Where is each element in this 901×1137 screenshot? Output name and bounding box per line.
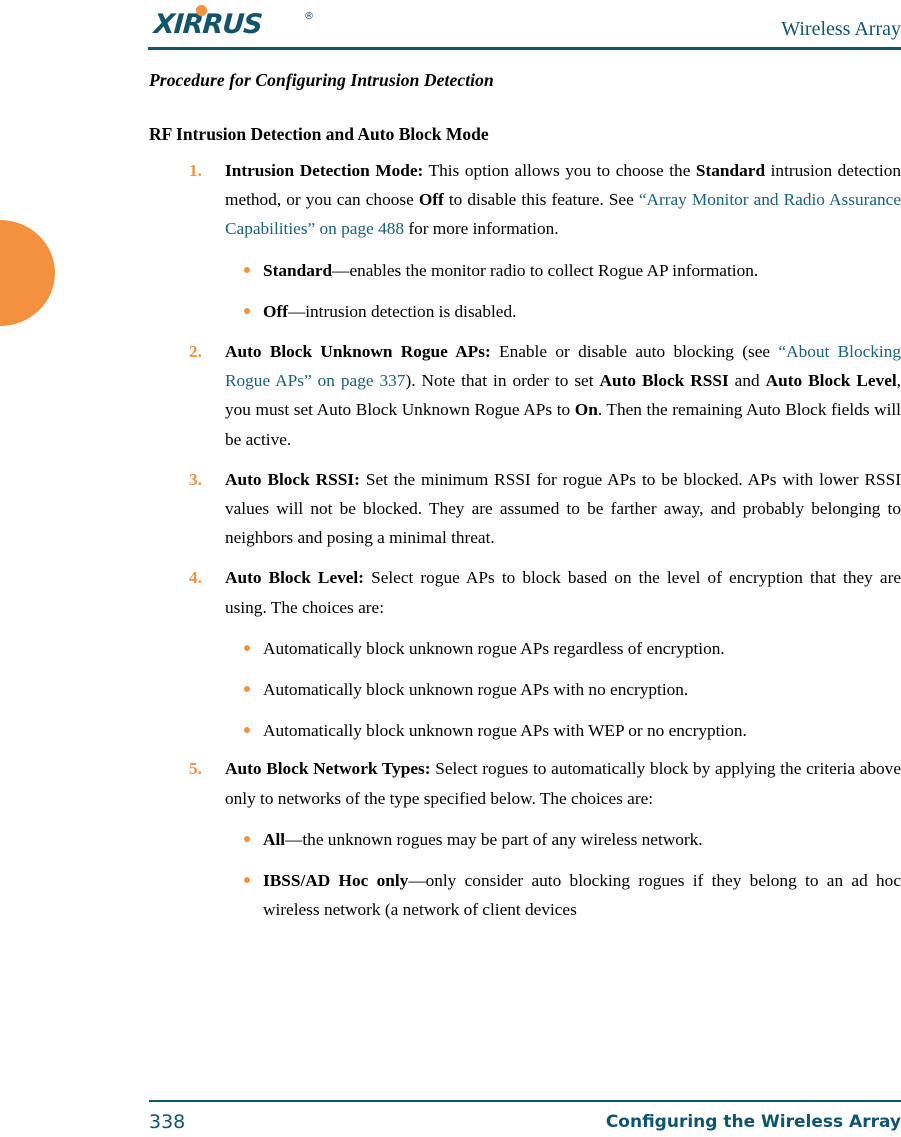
- bullet-text: —intrusion detection is disabled.: [287, 301, 517, 321]
- item-text: to disable this feature. See: [443, 190, 639, 210]
- item-term: Auto Block Unknown Rogue APs:: [225, 342, 491, 362]
- footer-divider: [149, 1100, 901, 1102]
- list-item: Automatically block unknown rogue APs wi…: [149, 675, 901, 704]
- item-text: This option allows you to choose the: [423, 161, 696, 180]
- list-marker: 1.: [189, 161, 202, 180]
- xirrus-logo: XIRRUS ®: [152, 5, 334, 40]
- list-marker: 2.: [189, 342, 202, 362]
- list-item: Off—intrusion detection is disabled.: [149, 297, 901, 326]
- page-header: XIRRUS ® Wireless Array: [148, 0, 901, 52]
- item-text: and: [728, 371, 766, 391]
- bullet-dot-icon: [244, 727, 250, 734]
- item-emphasis: Standard: [695, 161, 766, 180]
- bullet-text: Automatically block unknown rogue APs re…: [263, 638, 725, 658]
- chapter-edge-tab: [0, 220, 55, 326]
- item-emphasis: Off: [418, 190, 444, 210]
- list-item: All—the unknown rogues may be part of an…: [149, 825, 901, 854]
- item-term: Auto Block RSSI:: [225, 469, 360, 489]
- bullet-term: All: [263, 829, 286, 849]
- bullet-text: Automatically block unknown rogue APs wi…: [263, 721, 747, 741]
- logo-dot-icon: [196, 5, 207, 16]
- document-page: XIRRUS ® Wireless Array Procedure for Co…: [0, 0, 901, 1137]
- page-number: 338: [149, 1111, 186, 1133]
- bullet-list-intrusion-mode: Standard—enables the monitor radio to co…: [149, 256, 901, 326]
- item-text: for more information.: [404, 219, 559, 239]
- list-item-3: 3. Auto Block RSSI: Set the minimum RSSI…: [149, 465, 901, 553]
- list-item: Standard—enables the monitor radio to co…: [149, 256, 901, 285]
- list-item-2: 2. Auto Block Unknown Rogue APs: Enable …: [149, 337, 901, 454]
- item-text: Enable or disable auto blocking (see: [490, 342, 779, 362]
- list-item-5: 5. Auto Block Network Types: Select rogu…: [149, 754, 901, 812]
- bullet-list-auto-block-level: Automatically block unknown rogue APs re…: [149, 634, 901, 746]
- list-marker: 3.: [189, 469, 202, 489]
- list-item-1: 1. Intrusion Detection Mode: This option…: [149, 156, 901, 244]
- bullet-dot-icon: [244, 877, 250, 884]
- item-term: Auto Block Level:: [225, 568, 364, 588]
- bullet-text: —the unknown rogues may be part of any w…: [285, 829, 703, 849]
- bullet-term: Off: [263, 301, 288, 321]
- bullet-dot-icon: [244, 644, 250, 651]
- bullet-dot-icon: [244, 307, 250, 314]
- item-emphasis: On: [574, 400, 598, 420]
- footer-chapter-title: Configuring the Wireless Array: [605, 1112, 901, 1132]
- header-divider: [148, 47, 901, 50]
- item-text: ). Note that in order to set: [405, 371, 600, 391]
- logo-registered-mark: ®: [304, 11, 314, 22]
- bullet-term: Standard: [263, 260, 333, 280]
- bullet-dot-icon: [244, 686, 250, 693]
- bullet-dot-icon: [244, 835, 250, 842]
- bullet-term: IBSS/AD Hoc only: [263, 871, 409, 891]
- section-heading: RF Intrusion Detection and Auto Block Mo…: [149, 124, 489, 144]
- list-item: Automatically block unknown rogue APs wi…: [149, 716, 901, 745]
- logo-wordmark: XIRRUS: [152, 9, 263, 40]
- item-term: Intrusion Detection Mode:: [225, 161, 424, 180]
- bullet-text: Automatically block unknown rogue APs wi…: [263, 680, 689, 700]
- list-item: IBSS/AD Hoc only—only consider auto bloc…: [149, 866, 901, 924]
- list-marker: 4.: [189, 568, 202, 588]
- procedure-heading: Procedure for Configuring Intrusion Dete…: [149, 70, 494, 90]
- item-emphasis: Auto Block RSSI: [599, 371, 729, 391]
- list-marker: 5.: [189, 759, 202, 779]
- item-emphasis: Auto Block Level: [765, 371, 897, 391]
- item-term: Auto Block Network Types:: [225, 759, 431, 779]
- list-item: Automatically block unknown rogue APs re…: [149, 634, 901, 663]
- header-product-title: Wireless Array: [781, 18, 901, 40]
- bullet-text: —enables the monitor radio to collect Ro…: [332, 260, 759, 280]
- bullet-list-network-types: All—the unknown rogues may be part of an…: [149, 825, 901, 925]
- page-content: Procedure for Configuring Intrusion Dete…: [149, 62, 901, 924]
- bullet-dot-icon: [244, 266, 250, 273]
- list-item-4: 4. Auto Block Level: Select rogue APs to…: [149, 563, 901, 621]
